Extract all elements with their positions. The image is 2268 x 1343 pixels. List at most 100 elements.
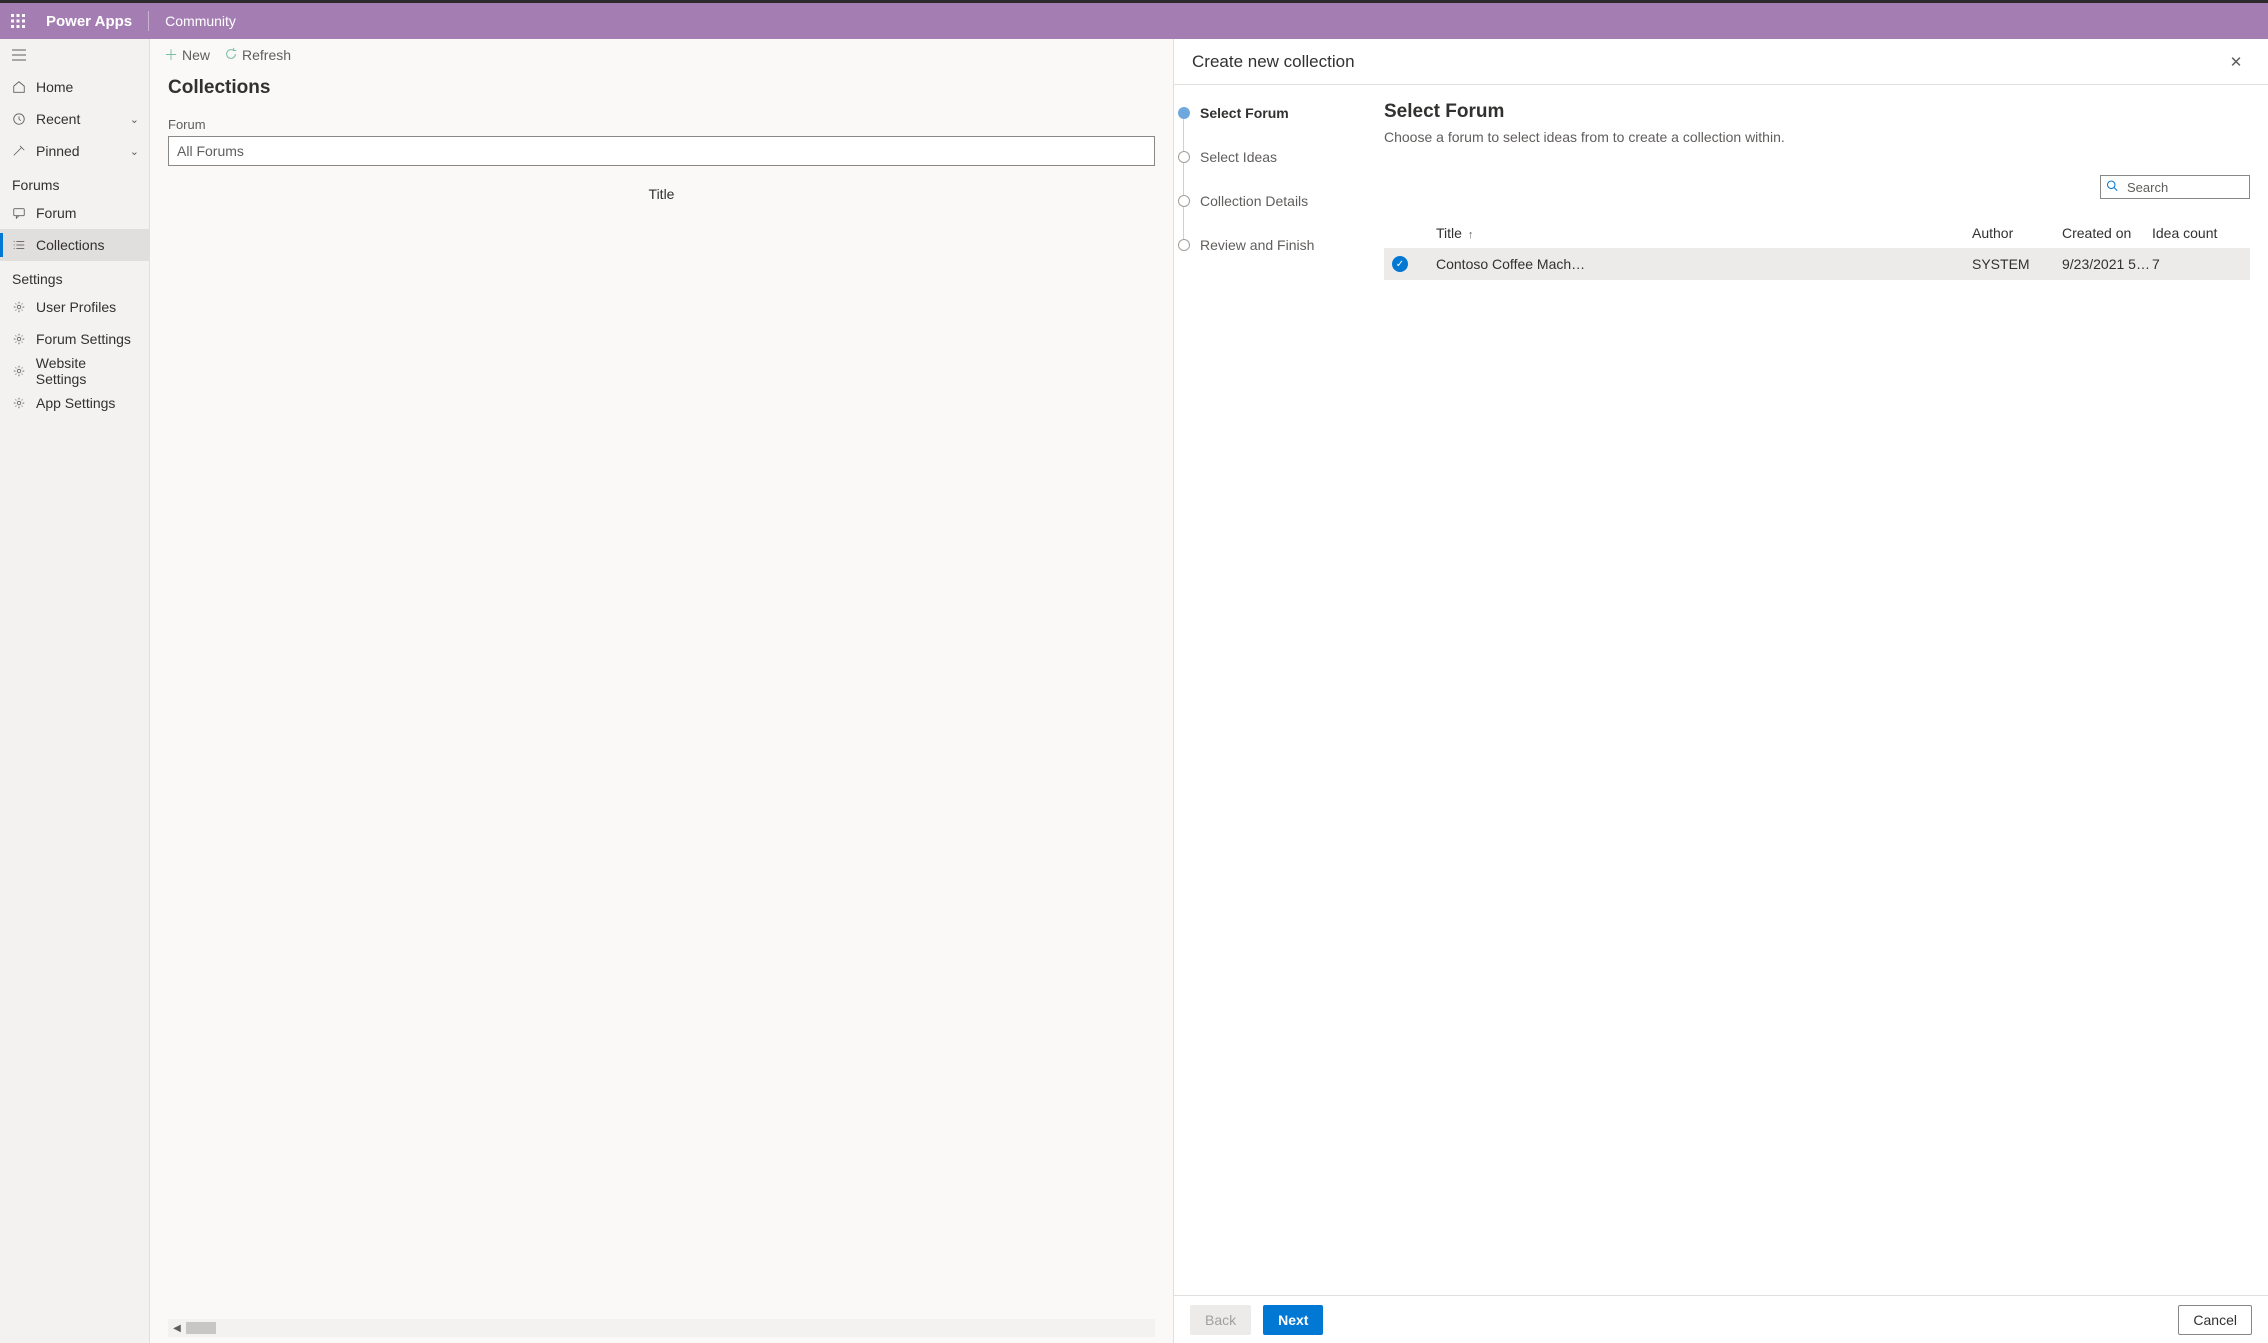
plus-icon: ＋: [164, 45, 178, 65]
grid-header: Title ↑ Author Created on Idea count: [1384, 219, 2250, 248]
nav-home-label: Home: [36, 79, 73, 95]
forum-input[interactable]: [168, 136, 1155, 166]
content-title: Select Forum: [1384, 101, 1785, 123]
list-icon: [10, 238, 28, 252]
forum-grid: Title ↑ Author Created on Idea count ✓: [1384, 219, 2250, 280]
nav-section-forums: Forums: [0, 167, 149, 197]
chevron-down-icon: ⌄: [130, 145, 139, 158]
step-select-forum[interactable]: Select Forum: [1178, 105, 1384, 149]
wizard-steps: Select Forum Select Ideas Collection Det…: [1174, 85, 1384, 1295]
nav-hamburger[interactable]: [0, 39, 149, 71]
nav-website-settings-label: Website Settings: [36, 355, 139, 387]
nav-pinned[interactable]: Pinned ⌄: [0, 135, 149, 167]
table-row[interactable]: ✓ Contoso Coffee Mach… SYSTEM 9/23/2021 …: [1384, 248, 2250, 280]
step-review-finish[interactable]: Review and Finish: [1178, 237, 1384, 281]
home-icon: [10, 80, 28, 94]
mid-table-head: Title: [168, 180, 1155, 208]
step-select-ideas[interactable]: Select Ideas: [1178, 149, 1384, 193]
mid-title: Collections: [168, 77, 1155, 99]
mid-scrollbar[interactable]: ◀: [168, 1319, 1155, 1337]
nav-collections[interactable]: Collections: [0, 229, 149, 261]
app-area[interactable]: Community: [155, 13, 246, 29]
sort-asc-icon: ↑: [1468, 229, 1474, 241]
content-subtitle: Choose a forum to select ideas from to c…: [1384, 129, 1785, 145]
panel-content: Select Forum Choose a forum to select id…: [1384, 85, 2268, 1295]
nav-collections-label: Collections: [36, 237, 104, 253]
nav-forum[interactable]: Forum: [0, 197, 149, 229]
nav-app-settings-label: App Settings: [36, 395, 115, 411]
cancel-button[interactable]: Cancel: [2178, 1305, 2252, 1335]
col-title[interactable]: Title ↑: [1436, 219, 1972, 247]
row-checkbox[interactable]: ✓: [1392, 256, 1408, 272]
main-layout: Home Recent ⌄ Pinned ⌄ Forums Forum Coll…: [0, 39, 2268, 1343]
gear-icon: [10, 364, 28, 378]
step-label: Select Forum: [1200, 105, 1289, 121]
content-head-text: Select Forum Choose a forum to select id…: [1384, 101, 1785, 145]
panel-footer: Back Next Cancel: [1174, 1295, 2268, 1343]
chevron-down-icon: ⌄: [130, 113, 139, 126]
step-dot-icon: [1178, 195, 1190, 207]
waffle-icon[interactable]: [0, 3, 36, 39]
nav-forum-settings-label: Forum Settings: [36, 331, 131, 347]
panel-header: Create new collection ✕: [1174, 39, 2268, 85]
gear-icon: [10, 332, 28, 346]
step-label: Review and Finish: [1200, 237, 1314, 253]
step-dot-icon: [1178, 151, 1190, 163]
app-header: Power Apps Community: [0, 3, 2268, 39]
nav-user-profiles-label: User Profiles: [36, 299, 116, 315]
nav-user-profiles[interactable]: User Profiles: [0, 291, 149, 323]
step-label: Collection Details: [1200, 193, 1308, 209]
col-author[interactable]: Author: [1972, 219, 2062, 247]
col-check[interactable]: [1392, 219, 1436, 247]
close-button[interactable]: ✕: [2222, 48, 2250, 76]
scroll-left-icon[interactable]: ◀: [168, 1323, 186, 1334]
close-icon: ✕: [2230, 53, 2243, 71]
step-collection-details[interactable]: Collection Details: [1178, 193, 1384, 237]
row-idea: 7: [2152, 256, 2242, 272]
nav-recent[interactable]: Recent ⌄: [0, 103, 149, 135]
step-label: Select Ideas: [1200, 149, 1277, 165]
nav-website-settings[interactable]: Website Settings: [0, 355, 149, 387]
chat-icon: [10, 206, 28, 220]
app-title[interactable]: Power Apps: [36, 13, 142, 30]
panel-body: Select Forum Select Ideas Collection Det…: [1174, 85, 2268, 1295]
left-nav: Home Recent ⌄ Pinned ⌄ Forums Forum Coll…: [0, 39, 150, 1343]
nav-pinned-label: Pinned: [36, 143, 80, 159]
mid-col-title[interactable]: Title: [172, 180, 1151, 208]
scroll-thumb[interactable]: [186, 1322, 216, 1334]
row-created: 9/23/2021 5:2…: [2062, 256, 2152, 272]
nav-recent-label: Recent: [36, 111, 80, 127]
search-input[interactable]: [2100, 175, 2250, 199]
back-button[interactable]: Back: [1190, 1305, 1251, 1335]
next-button[interactable]: Next: [1263, 1305, 1323, 1335]
col-title-label: Title: [1436, 225, 1462, 241]
nav-home[interactable]: Home: [0, 71, 149, 103]
nav-forum-label: Forum: [36, 205, 76, 221]
step-dot-icon: [1178, 107, 1190, 119]
step-dot-icon: [1178, 239, 1190, 251]
header-divider: [148, 11, 149, 31]
pin-icon: [10, 144, 28, 158]
new-button[interactable]: ＋ New: [164, 45, 210, 65]
side-panel: Create new collection ✕ Select Forum Sel…: [1173, 39, 2268, 1343]
content-head-row: Select Forum Choose a forum to select id…: [1384, 101, 2250, 145]
row-title: Contoso Coffee Mach…: [1436, 256, 1972, 272]
row-author: SYSTEM: [1972, 256, 2062, 272]
col-created[interactable]: Created on: [2062, 219, 2152, 247]
clock-icon: [10, 112, 28, 126]
mid-column: ＋ New Refresh Collections Forum Title ◀: [150, 39, 1173, 1343]
gear-icon: [10, 300, 28, 314]
panel-title: Create new collection: [1192, 52, 1355, 72]
forum-label: Forum: [168, 117, 1155, 132]
col-idea[interactable]: Idea count: [2152, 219, 2242, 247]
search-icon: [2106, 180, 2118, 195]
nav-section-settings: Settings: [0, 261, 149, 291]
refresh-label: Refresh: [242, 47, 291, 63]
mid-body: Collections Forum Title ◀: [150, 71, 1173, 1343]
search-wrap: [2100, 175, 2250, 199]
nav-forum-settings[interactable]: Forum Settings: [0, 323, 149, 355]
mid-toolbar: ＋ New Refresh: [150, 39, 1173, 71]
check-icon: ✓: [1396, 259, 1404, 270]
nav-app-settings[interactable]: App Settings: [0, 387, 149, 419]
refresh-button[interactable]: Refresh: [224, 47, 291, 64]
